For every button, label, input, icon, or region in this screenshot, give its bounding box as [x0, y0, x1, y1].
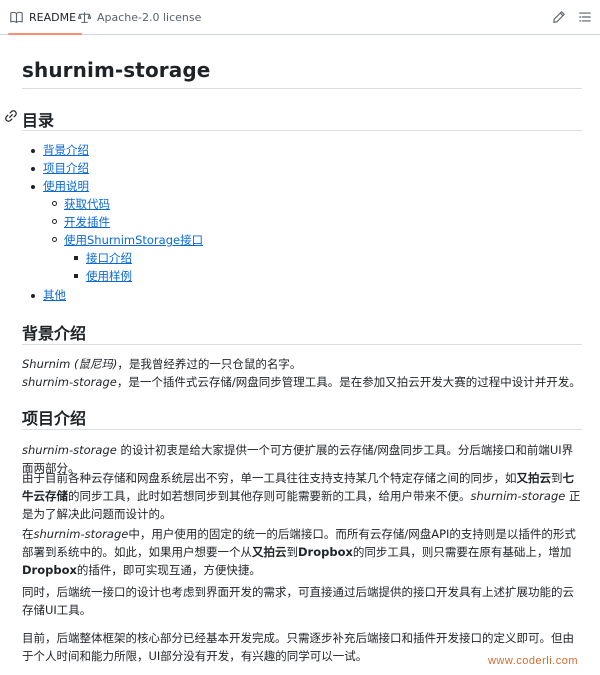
bullet: [52, 201, 57, 206]
text: 在: [22, 527, 34, 541]
tab-license-label: Apache-2.0 license: [97, 10, 202, 24]
intro-divider: [22, 429, 582, 430]
bullet: [52, 219, 57, 224]
toc-link-intro[interactable]: 项目介绍: [43, 160, 89, 176]
title-divider: [22, 88, 582, 89]
bg-divider: [22, 344, 582, 345]
text: 的插件，即可实现互通，方便快捷。: [76, 563, 261, 577]
tab-readme-label: README: [29, 10, 77, 24]
toc-heading: 目录: [22, 111, 55, 130]
toc-link-usage[interactable]: 使用说明: [43, 178, 89, 194]
toc-link-usage-sample[interactable]: 使用样例: [86, 268, 132, 284]
toc-link-get-code[interactable]: 获取代码: [64, 196, 110, 212]
toc-link-dev-plugin[interactable]: 开发插件: [64, 214, 110, 230]
pencil-icon[interactable]: [552, 10, 566, 24]
intro-paragraph-2: 由于目前各种云存储和网盘系统层出不穷，单一工具往往支持支持某几个特定存储之间的同…: [22, 469, 582, 523]
toc-link-api-intro[interactable]: 接口介绍: [86, 250, 132, 266]
text: 的同步工具，此时如若想同步到其他存则可能需要新的工具，给用户带来不便。: [68, 489, 471, 503]
list-menu-icon[interactable]: [578, 10, 592, 24]
intro-paragraph-3: 在shurnim-storage中，用户使用的固定的统一的后端接口。而所有云存储…: [22, 525, 582, 579]
bullet: [74, 274, 78, 278]
toc-divider: [22, 130, 582, 131]
bold-text: Dropbox: [22, 563, 77, 577]
bg-line1-text: ，是我曾经养过的一只仓鼠的名字。: [117, 357, 302, 371]
intro-paragraph-4: 同时，后端统一接口的设计也考虑到界面开发的需求，可直接通过后端提供的接口开发具有…: [22, 585, 574, 617]
bullet: [31, 294, 35, 298]
bullet: [31, 167, 35, 171]
project-name-italic: shurnim-storage: [470, 489, 566, 503]
text: 到: [551, 471, 563, 485]
bullet: [52, 237, 57, 242]
bg-paragraph: Shurnim (鼠尼玛)，是我曾经养过的一只仓鼠的名字。 shurnim-st…: [22, 355, 582, 391]
toc-link-bg[interactable]: 背景介绍: [43, 142, 89, 158]
tab-readme[interactable]: README: [7, 0, 83, 35]
bg-line2-text: ，是一个插件式云存储/网盘同步管理工具。是在参加又拍云开发大赛的过程中设计并开发…: [116, 375, 581, 389]
link-anchor-icon[interactable]: [4, 109, 18, 123]
text: 到: [286, 545, 299, 559]
project-name-italic: Shurnim (鼠尼玛): [22, 357, 118, 371]
tab-license[interactable]: Apache-2.0 license: [78, 0, 201, 34]
page-title: shurnim-storage: [22, 58, 211, 82]
toc-link-other[interactable]: 其他: [43, 287, 66, 303]
bg-heading: 背景介绍: [22, 324, 87, 343]
watermark-text: www.coderli.com: [487, 655, 578, 667]
bold-text: 又拍云: [516, 471, 552, 485]
project-name-italic: shurnim-storage: [33, 527, 129, 541]
bullet: [31, 185, 35, 189]
bold-text: Dropbox: [298, 545, 353, 559]
text: 由于目前各种云存储和网盘系统层出不穷，单一工具往往支持支持某几个特定存储之间的同…: [22, 471, 517, 485]
bold-text: 又拍云: [252, 545, 287, 559]
book-icon: [10, 11, 23, 23]
project-name-italic: shurnim-storage: [22, 443, 117, 457]
text: 的同步工具，则只需要在原有基础上，增加: [352, 545, 572, 559]
toc-link-use-api[interactable]: 使用ShurnimStorage接口: [64, 232, 203, 248]
intro-heading: 项目介绍: [22, 409, 87, 428]
file-tab-bar: README Apache-2.0 license: [0, 0, 600, 35]
bullet: [74, 256, 78, 260]
bullet: [31, 149, 35, 153]
project-name-italic: shurnim-storage: [22, 375, 117, 389]
law-scale-icon: [78, 11, 91, 23]
